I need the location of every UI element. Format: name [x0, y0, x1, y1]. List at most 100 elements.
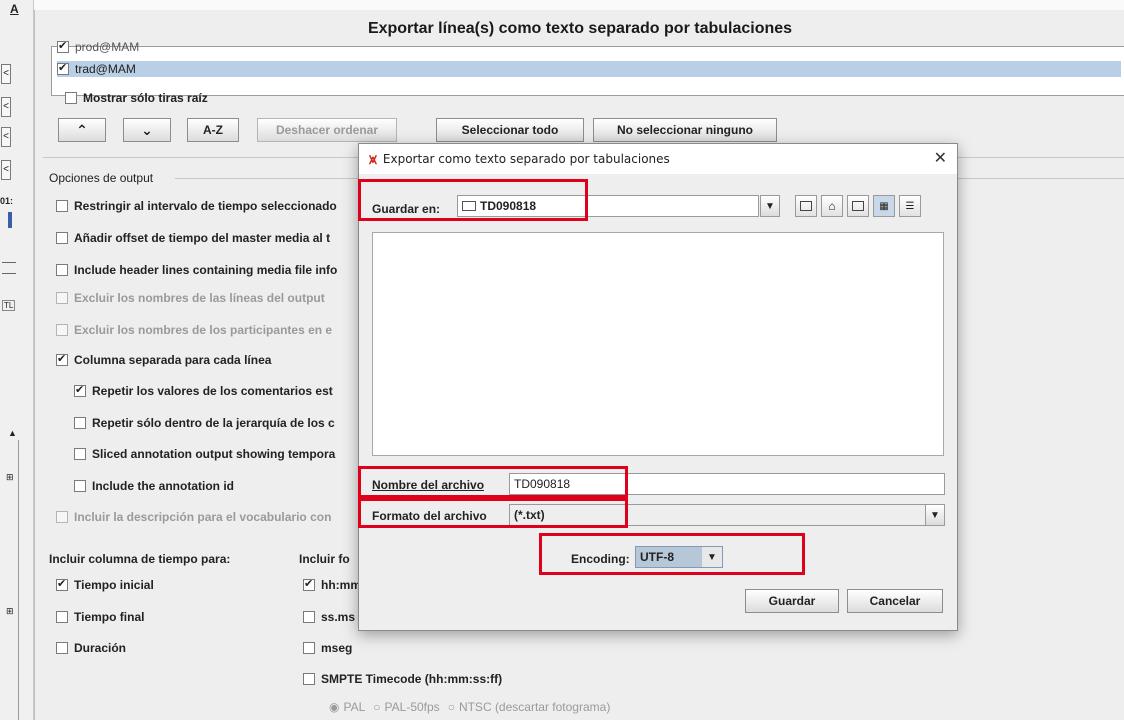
home-button[interactable]: ⌂ — [821, 195, 843, 217]
option-separate-column[interactable]: Columna separada para cada línea — [56, 352, 271, 367]
radio-ntsc[interactable]: ○ NTSC (descartar fotograma) — [448, 700, 611, 714]
option-exclude-participants[interactable]: Excluir los nombres de los participantes… — [56, 323, 332, 337]
show-root-tiers-option[interactable]: Mostrar sólo tiras raíz — [65, 91, 208, 105]
option-label: Repetir sólo dentro de la jerarquía de l… — [92, 416, 335, 430]
time-checkbox[interactable] — [56, 642, 68, 654]
close-icon[interactable]: ✕ — [934, 148, 947, 168]
time-column-end[interactable]: Tiempo final — [56, 610, 144, 624]
show-root-checkbox[interactable] — [65, 92, 77, 104]
option-checkbox[interactable] — [56, 324, 68, 336]
file-format-dropdown-arrow[interactable]: ▼ — [925, 504, 945, 526]
strip-tab-fragment[interactable]: TL — [2, 300, 16, 311]
radio-icon: ○ — [447, 700, 455, 714]
format-checkbox[interactable] — [303, 673, 315, 685]
cancel-button[interactable]: Cancelar — [847, 589, 943, 613]
strip-button-4[interactable]: < — [1, 160, 11, 180]
select-all-button[interactable]: Seleccionar todo — [436, 118, 584, 142]
option-label: Incluir la descripción para el vocabular… — [74, 510, 332, 524]
option-annotation-id[interactable]: Include the annotation id — [74, 479, 234, 493]
option-label: Excluir los nombres de los participantes… — [74, 323, 333, 337]
save-in-dropdown-arrow[interactable]: ▼ — [760, 195, 780, 217]
option-exclude-tier-names[interactable]: Excluir los nombres de las líneas del ou… — [56, 291, 325, 305]
option-checkbox[interactable] — [56, 352, 68, 366]
file-chooser-title: Exportar como texto separado por tabulac… — [382, 152, 670, 166]
tier-row[interactable]: prod@MAM — [57, 39, 1121, 55]
file-chooser-titlebar[interactable]: ⩙ Exportar como texto separado por tabul… — [359, 144, 957, 174]
radio-icon: ○ — [373, 700, 381, 714]
strip-button-3[interactable]: < — [1, 127, 11, 147]
move-up-button[interactable]: ⌃ — [58, 118, 106, 142]
menu-fragment[interactable]: A — [10, 2, 19, 16]
option-checkbox[interactable] — [74, 417, 86, 429]
radio-pal[interactable]: ◉ PAL — [329, 700, 365, 714]
save-button[interactable]: Guardar — [745, 589, 839, 613]
sort-az-button[interactable]: A-Z — [187, 118, 239, 142]
tier-checkbox[interactable] — [57, 39, 69, 53]
option-checkbox[interactable] — [74, 448, 86, 460]
strip-time-fragment: 01: — [0, 196, 14, 206]
option-include-header[interactable]: Include header lines containing media fi… — [56, 263, 337, 277]
strip-marker-icon-2: ⊞ — [6, 606, 14, 616]
chevron-down-icon: ⌄ — [141, 121, 153, 138]
format-label: SMPTE Timecode (hh:mm:ss:ff) — [321, 672, 503, 686]
option-label: Include the annotation id — [92, 479, 234, 493]
option-checkbox[interactable] — [56, 232, 68, 244]
option-master-media-offset[interactable]: Añadir offset de tiempo del master media… — [56, 231, 330, 245]
undo-sort-button[interactable]: Deshacer ordenar — [257, 118, 397, 142]
option-restrict-interval[interactable]: Restringir al intervalo de tiempo selecc… — [56, 199, 337, 213]
format-smpte[interactable]: SMPTE Timecode (hh:mm:ss:ff) — [303, 672, 502, 686]
details-view-button[interactable]: ☰ — [899, 195, 921, 217]
option-checkbox[interactable] — [56, 292, 68, 304]
time-checkbox[interactable] — [56, 611, 68, 623]
option-vocabulary-description[interactable]: Incluir la descripción para el vocabular… — [56, 510, 331, 524]
tier-checkbox[interactable] — [57, 61, 69, 75]
highlight-file-format — [358, 498, 628, 528]
time-column-begin[interactable]: Tiempo inicial — [56, 577, 154, 592]
option-checkbox[interactable] — [74, 383, 86, 397]
file-list-pane[interactable] — [372, 232, 944, 456]
format-title: Incluir fo — [299, 552, 350, 566]
radio-pal-50[interactable]: ○ PAL-50fps — [373, 700, 439, 714]
list-view-icon: ▦ — [879, 200, 889, 212]
tier-list[interactable]: prod@MAM trad@MAM — [51, 39, 1124, 96]
time-column-title: Incluir columna de tiempo para: — [49, 552, 231, 566]
format-checkbox[interactable] — [303, 577, 315, 591]
tier-row-selected[interactable]: trad@MAM — [57, 61, 1121, 77]
option-repeat-values[interactable]: Repetir los valores de los comentarios e… — [74, 383, 333, 398]
format-hhmm[interactable]: hh:mm — [303, 577, 361, 592]
radio-selected-icon: ◉ — [329, 700, 340, 714]
move-down-button[interactable]: ⌄ — [123, 118, 171, 142]
select-none-button[interactable]: No seleccionar ninguno — [593, 118, 777, 142]
new-folder-button[interactable] — [847, 195, 869, 217]
strip-separator-icon — [2, 262, 16, 274]
strip-scroll-up-icon[interactable]: ▲ — [8, 428, 17, 438]
option-label: Repetir los valores de los comentarios e… — [92, 384, 333, 398]
option-sliced-output[interactable]: Sliced annotation output showing tempora — [74, 447, 335, 461]
home-icon: ⌂ — [828, 199, 836, 213]
time-checkbox[interactable] — [56, 577, 68, 591]
new-folder-icon — [852, 201, 864, 211]
option-repeat-within-hierarchy[interactable]: Repetir sólo dentro de la jerarquía de l… — [74, 416, 335, 430]
chevron-down-icon: ▼ — [765, 200, 775, 212]
option-checkbox[interactable] — [56, 200, 68, 212]
time-column-duration[interactable]: Duración — [56, 641, 126, 655]
option-checkbox[interactable] — [74, 480, 86, 492]
up-folder-button[interactable] — [795, 195, 817, 217]
smpte-radio-group: ◉ PAL ○ PAL-50fps ○ NTSC (descartar foto… — [329, 700, 610, 714]
highlight-encoding — [539, 533, 805, 575]
format-checkbox[interactable] — [303, 611, 315, 623]
option-label: Sliced annotation output showing tempora — [92, 447, 336, 461]
strip-button-1[interactable]: < — [1, 64, 11, 84]
option-checkbox[interactable] — [56, 511, 68, 523]
format-ssms[interactable]: ss.ms — [303, 610, 355, 624]
option-label: Include header lines containing media fi… — [74, 263, 338, 277]
option-checkbox[interactable] — [56, 264, 68, 276]
strip-pause-icon[interactable] — [8, 212, 12, 228]
format-checkbox[interactable] — [303, 642, 315, 654]
time-label: Tiempo inicial — [74, 578, 154, 592]
format-mseg[interactable]: mseg — [303, 641, 352, 655]
list-view-button[interactable]: ▦ — [873, 195, 895, 217]
details-view-icon: ☰ — [905, 200, 915, 212]
up-folder-icon — [800, 201, 812, 211]
strip-button-2[interactable]: < — [1, 97, 11, 117]
